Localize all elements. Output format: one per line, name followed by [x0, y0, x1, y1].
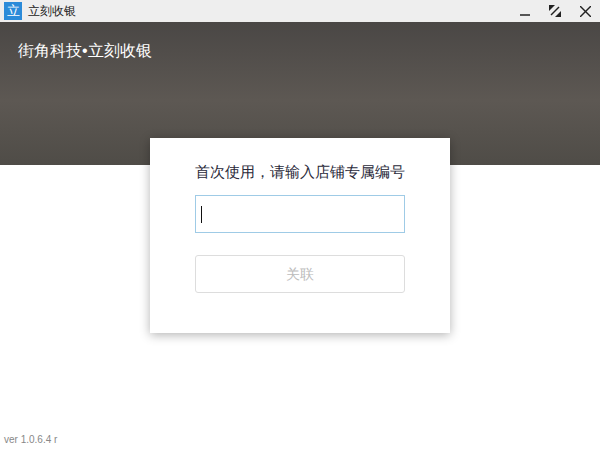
app-icon: 立 — [4, 2, 22, 20]
version-label: ver 1.0.6.4 r — [0, 434, 600, 450]
close-icon[interactable] — [570, 0, 600, 22]
window-controls — [510, 0, 600, 22]
window-title: 立刻收银 — [28, 3, 76, 19]
link-button[interactable]: 关联 — [195, 255, 405, 293]
minimize-icon[interactable] — [510, 0, 540, 22]
text-caret — [201, 206, 202, 223]
title-bar: 立 立刻收银 — [0, 0, 600, 22]
store-code-field — [195, 195, 405, 233]
content: 首次使用，请输入店铺专属编号 关联 — [0, 165, 600, 434]
app-window: 立 立刻收银 街角科技•立刻收银 首次使用，请输入店铺专属编号 关联 ver 1… — [0, 0, 600, 450]
resize-icon[interactable] — [540, 0, 570, 22]
brand-title: 街角科技•立刻收银 — [18, 40, 582, 62]
login-card: 首次使用，请输入店铺专属编号 关联 — [150, 138, 450, 333]
store-code-input[interactable] — [196, 196, 404, 232]
prompt-text: 首次使用，请输入店铺专属编号 — [195, 162, 405, 182]
